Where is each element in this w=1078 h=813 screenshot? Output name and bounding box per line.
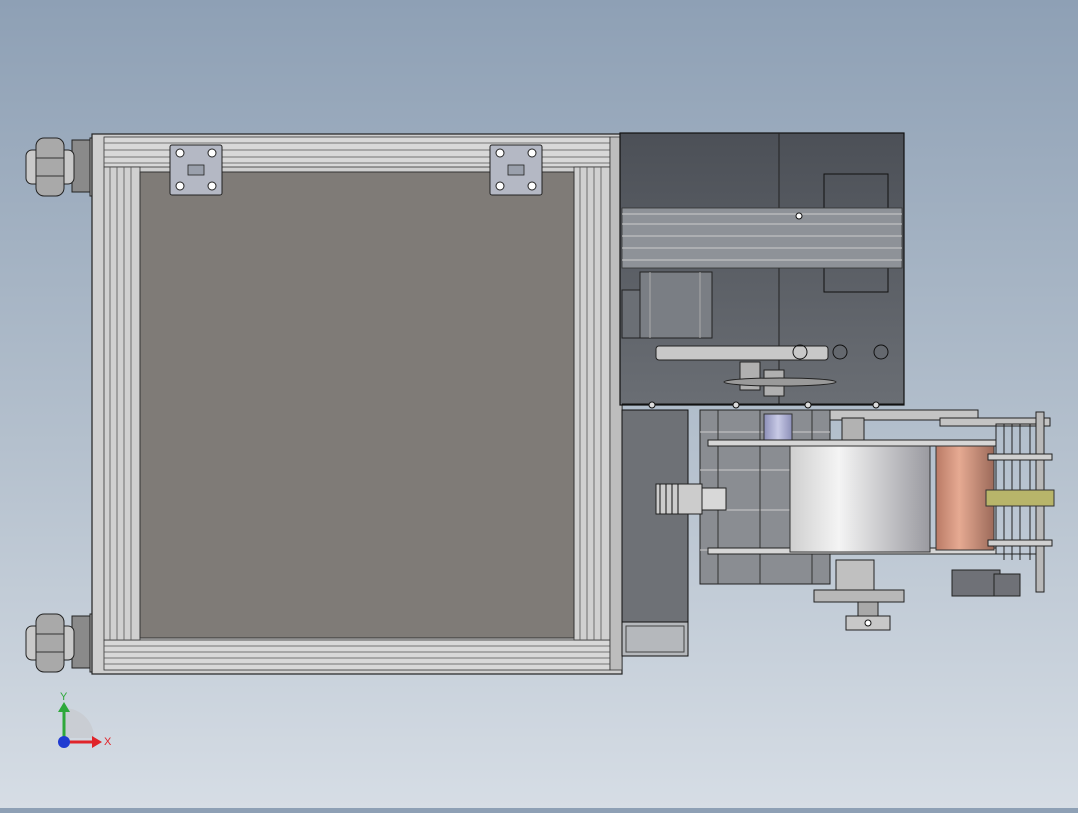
upper-housing — [619, 132, 905, 409]
y-axis-label: Y — [60, 691, 68, 703]
hinge-right — [489, 144, 543, 196]
timing-gear — [985, 489, 1055, 507]
cad-model-view: Y X — [25, 132, 1055, 748]
film-roll-light — [789, 445, 931, 553]
lower-block — [621, 409, 689, 657]
motor-base — [813, 559, 1021, 631]
hinge-left — [169, 144, 223, 196]
film-roll-copper — [935, 445, 995, 551]
door-panel — [139, 171, 575, 639]
cad-viewport[interactable]: Y X — [0, 0, 1078, 808]
x-axis-label: X — [104, 736, 112, 748]
z-axis-dot — [58, 736, 70, 748]
axis-triad: Y X — [58, 691, 112, 748]
